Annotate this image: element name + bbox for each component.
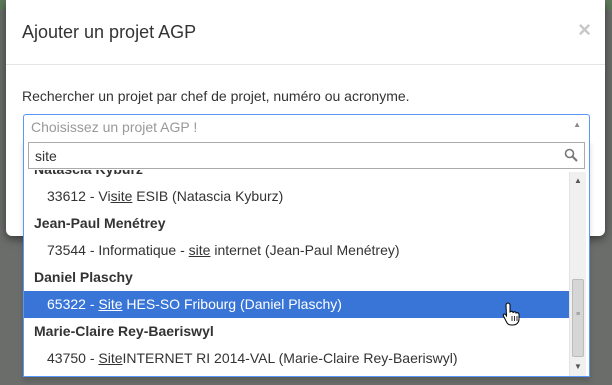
result-option[interactable]: 33612 - Visite ESIB (Natascia Kyburz) [24,183,569,210]
result-option[interactable]: 43750 - SiteINTERNET RI 2014-VAL (Marie-… [24,345,569,372]
option-suffix: internet (Jean-Paul Menétrey) [210,242,400,258]
result-group-label: Jean-Paul Menétrey [34,215,166,231]
option-match: Site [98,296,123,312]
select-dropdown: Natascia Kyburz 33612 - Visite ESIB (Nat… [23,139,590,377]
scroll-up-icon[interactable]: ▲ [570,174,586,188]
scrollbar-thumb[interactable]: ≡ [572,279,584,357]
result-group-label: Natascia Kyburz [24,170,569,183]
caret-up-icon[interactable]: ▲ [573,120,581,129]
result-option[interactable]: 65322 - Site HES-SO Fribourg (Daniel Pla… [24,291,569,318]
results-list: Natascia Kyburz 33612 - Visite ESIB (Nat… [24,170,569,376]
close-button[interactable]: × [578,19,591,41]
option-match: Site [98,350,123,366]
search-instruction: Rechercher un projet par chef de projet,… [22,88,410,104]
option-suffix: HES-SO Fribourg (Daniel Plaschy) [122,296,342,312]
project-select[interactable]: Choisissez un projet AGP ! ▲ [23,114,590,140]
option-prefix: 73544 - Informatique - [47,242,189,258]
option-suffix: INTERNET RI 2014-VAL (Marie-Claire Rey-B… [122,350,458,366]
modal-title: Ajouter un projet AGP [22,22,197,42]
results-scrollbar[interactable]: ▲ ≡ ▼ [569,172,586,376]
option-match: site [110,188,133,204]
search-box[interactable] [28,142,585,169]
option-prefix: 43750 - [47,350,99,366]
grip-icon: ≡ [575,311,581,318]
modal-header: Ajouter un projet AGP × [6,0,605,65]
option-match: site [188,242,211,258]
select-placeholder: Choisissez un projet AGP ! [31,119,198,135]
option-suffix: ESIB (Natascia Kyburz) [132,188,284,204]
search-input[interactable] [29,143,559,168]
option-prefix: 65322 - [47,296,99,312]
option-prefix: 33612 - Vi [47,188,111,204]
scroll-down-icon[interactable]: ▼ [570,360,586,374]
hand-cursor-icon [502,302,520,326]
result-option[interactable]: 73544 - Informatique - site internet (Je… [24,237,569,264]
result-group-label: Marie-Claire Rey-Baeriswyl [34,323,214,339]
search-icon [564,148,578,162]
result-group-label: Daniel Plaschy [34,269,133,285]
